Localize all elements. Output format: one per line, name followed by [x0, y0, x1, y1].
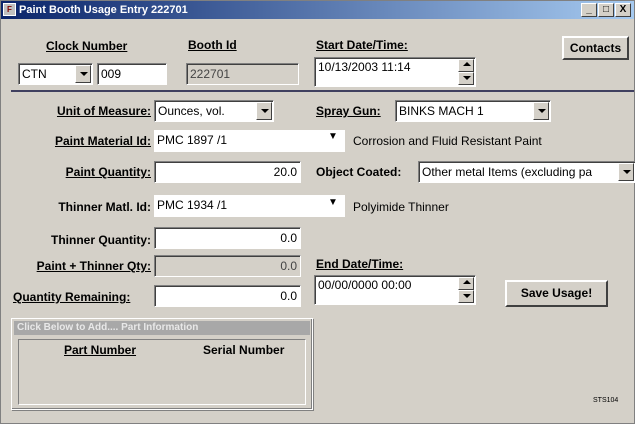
part-list[interactable]: Part Number Serial Number	[18, 339, 306, 405]
spin-down-icon[interactable]	[458, 72, 474, 85]
object-coated-label: Object Coated:	[316, 165, 402, 179]
form-code: STS104	[593, 397, 619, 404]
app-icon: F	[3, 3, 16, 16]
start-datetime-spinner[interactable]	[458, 59, 474, 85]
clock-number-input[interactable]: 009	[97, 63, 167, 85]
end-datetime-label: End Date/Time:	[316, 257, 404, 271]
clock-prefix-dropdown[interactable]: CTN	[18, 63, 93, 85]
thinner-material-dropdown[interactable]: PMC 1934 /1	[154, 195, 345, 217]
start-datetime-label: Start Date/Time:	[316, 38, 408, 52]
part-group-header[interactable]: Click Below to Add.... Part Information	[14, 321, 310, 335]
start-datetime-input[interactable]: 10/13/2003 11:14	[314, 57, 476, 87]
spray-gun-label: Spray Gun:	[316, 104, 381, 118]
end-datetime-input[interactable]: 00/00/0000 00:00	[314, 275, 476, 305]
thinner-material-value: PMC 1934 /1	[157, 198, 228, 212]
clock-prefix-value: CTN	[22, 67, 47, 81]
thinner-quantity-input[interactable]: 0.0	[154, 227, 301, 249]
end-datetime-spinner[interactable]	[458, 277, 474, 303]
unit-of-measure-label: Unit of Measure:	[56, 104, 151, 118]
paint-material-label: Paint Material Id:	[54, 134, 151, 148]
quantity-remaining-value: 0.0	[280, 289, 297, 303]
chevron-down-icon[interactable]	[533, 102, 549, 120]
thinner-quantity-label: Thinner Quantity:	[51, 233, 151, 247]
quantity-remaining-input[interactable]: 0.0	[154, 285, 301, 307]
chevron-down-icon[interactable]	[618, 163, 634, 181]
booth-id-field: 222701	[186, 63, 299, 85]
chevron-down-icon[interactable]	[75, 65, 91, 83]
minimize-button[interactable]: _	[581, 3, 597, 17]
paint-thinner-qty-value: 0.0	[280, 259, 297, 273]
chevron-down-icon[interactable]: ▼	[328, 131, 338, 142]
paint-quantity-label: Paint Quantity:	[65, 165, 151, 179]
paint-quantity-value: 20.0	[273, 165, 297, 179]
paint-quantity-input[interactable]: 20.0	[154, 161, 301, 183]
chevron-down-icon[interactable]: ▼	[328, 197, 338, 208]
maximize-button[interactable]: □	[598, 3, 614, 17]
spin-down-icon[interactable]	[458, 290, 474, 303]
paint-material-dropdown[interactable]: PMC 1897 /1	[154, 130, 345, 152]
end-datetime-value: 00/00/0000 00:00	[318, 278, 412, 292]
quantity-remaining-label: Quantity Remaining:	[13, 290, 131, 304]
paint-material-description: Corrosion and Fluid Resistant Paint	[353, 134, 542, 148]
thinner-material-label: Thinner Matl. Id:	[58, 200, 151, 214]
part-number-column: Part Number	[64, 343, 137, 357]
spin-up-icon[interactable]	[458, 277, 474, 290]
title-bar: F Paint Booth Usage Entry 222701 _ □ X	[1, 1, 634, 19]
paint-thinner-qty-label: Paint + Thinner Qty:	[36, 259, 151, 273]
object-coated-value: Other metal Items (excluding pa	[422, 165, 593, 179]
paint-material-value: PMC 1897 /1	[157, 133, 228, 147]
object-coated-dropdown[interactable]: Other metal Items (excluding pa	[418, 161, 635, 183]
unit-of-measure-value: Ounces, vol.	[158, 104, 225, 118]
save-usage-button[interactable]: Save Usage!	[505, 280, 608, 307]
spray-gun-dropdown[interactable]: BINKS MACH 1	[395, 100, 551, 122]
section-divider	[11, 90, 634, 92]
unit-of-measure-dropdown[interactable]: Ounces, vol.	[154, 100, 274, 122]
serial-number-column: Serial Number	[203, 343, 285, 357]
clock-number-label: Clock Number	[46, 39, 128, 53]
start-datetime-value: 10/13/2003 11:14	[318, 60, 411, 74]
close-button[interactable]: X	[615, 3, 631, 17]
window-title: Paint Booth Usage Entry 222701	[19, 4, 188, 16]
part-information-group: Click Below to Add.... Part Information …	[11, 318, 313, 410]
spray-gun-value: BINKS MACH 1	[399, 104, 484, 118]
spin-up-icon[interactable]	[458, 59, 474, 72]
clock-number-value: 009	[101, 67, 122, 81]
booth-id-value: 222701	[190, 67, 231, 81]
booth-id-label: Booth Id	[188, 38, 237, 52]
thinner-quantity-value: 0.0	[280, 231, 297, 245]
thinner-description: Polyimide Thinner	[353, 200, 449, 214]
paint-thinner-qty-field: 0.0	[154, 255, 301, 277]
paint-booth-usage-window: F Paint Booth Usage Entry 222701 _ □ X C…	[0, 0, 635, 424]
chevron-down-icon[interactable]	[256, 102, 272, 120]
contacts-button[interactable]: Contacts	[562, 36, 629, 60]
